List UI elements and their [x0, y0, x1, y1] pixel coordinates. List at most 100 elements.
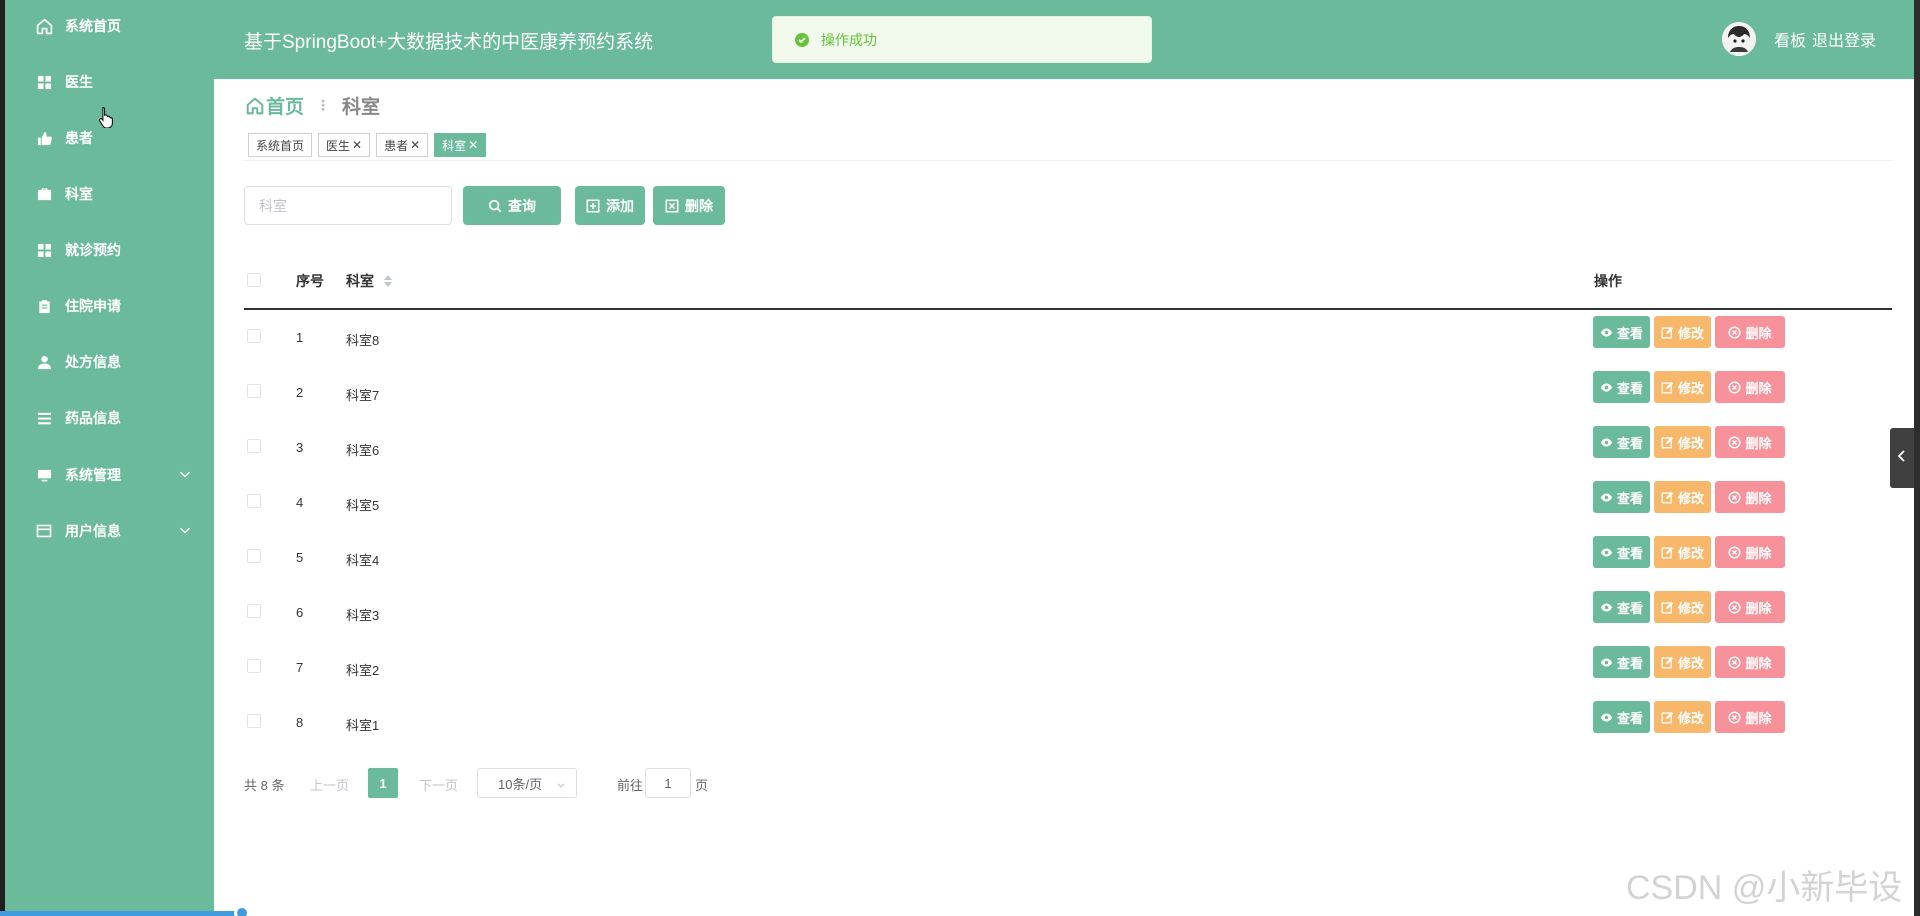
view-button-label: 查看 [1616, 490, 1643, 506]
breadcrumb-current: 科室 [342, 97, 381, 118]
cell-index: 5 [296, 550, 304, 565]
user-icon [35, 353, 53, 371]
sidebar-item-label: 科室 [65, 186, 93, 202]
delete-button[interactable]: 删除 [1715, 426, 1785, 458]
batch-delete-button[interactable]: 删除 [653, 186, 725, 225]
cell-index: 7 [296, 660, 304, 675]
collapse-panel-button[interactable] [1890, 428, 1914, 488]
sidebar-item-medicine[interactable]: 药品信息 [5, 398, 214, 438]
delete-button-label: 删除 [1745, 325, 1772, 341]
sort-icon[interactable] [383, 274, 392, 290]
breadcrumb: 首页 ⋮ 科室 [246, 92, 380, 119]
search-button[interactable]: 查询 [463, 186, 561, 225]
avatar[interactable] [1721, 22, 1756, 56]
sidebar-item-userinfo[interactable]: 用户信息 [5, 511, 214, 551]
cell-dept: 科室8 [346, 333, 380, 348]
edit-icon [1661, 656, 1674, 669]
edit-button[interactable]: 修改 [1654, 426, 1711, 458]
list-icon [35, 409, 53, 427]
edit-button[interactable]: 修改 [1654, 536, 1711, 568]
edit-icon [1661, 601, 1674, 614]
delete-button[interactable]: 删除 [1715, 591, 1785, 623]
row-checkbox[interactable] [247, 384, 261, 398]
view-button[interactable]: 查看 [1593, 371, 1650, 403]
edit-icon [1661, 546, 1674, 559]
row-checkbox[interactable] [247, 604, 261, 618]
delete-button[interactable]: 删除 [1715, 536, 1785, 568]
view-button-label: 查看 [1616, 655, 1643, 671]
table-row: 6 科室3 查看 修改 删除 [244, 585, 1892, 640]
scroll-handle[interactable] [234, 905, 250, 916]
view-button[interactable]: 查看 [1593, 591, 1650, 623]
tag-doctor[interactable]: 医生 ✕ [318, 133, 371, 157]
sidebar-item-department[interactable]: 科室 [5, 174, 214, 214]
sidebar-item-system[interactable]: 系统管理 [5, 455, 214, 495]
eye-icon [1600, 326, 1613, 339]
row-checkbox[interactable] [247, 329, 261, 343]
table-row: 1 科室8 查看 修改 删除 [244, 310, 1892, 365]
close-icon[interactable]: ✕ [468, 138, 478, 152]
delete-button[interactable]: 删除 [1715, 646, 1785, 678]
table-row: 4 科室5 查看 修改 删除 [244, 475, 1892, 530]
sidebar: 系统首页 医生 患者 科室 就诊预约 住院申请 处方信息 药品信息 系统管理 用… [5, 0, 214, 916]
sidebar-item-hospitalization[interactable]: 住院申请 [5, 286, 214, 326]
edit-icon [1661, 711, 1674, 724]
search-button-label: 查询 [508, 197, 536, 214]
row-checkbox[interactable] [247, 659, 261, 673]
tag-home[interactable]: 系统首页 [248, 133, 313, 157]
sidebar-item-label: 住院申请 [65, 298, 121, 314]
edit-icon [1661, 381, 1674, 394]
close-icon[interactable]: ✕ [410, 138, 420, 152]
delete-button[interactable]: 删除 [1715, 316, 1785, 348]
page-size-select[interactable]: 10条/页 [477, 768, 577, 798]
pagination-next-button[interactable]: 下一页 [419, 775, 458, 794]
delete-button[interactable]: 删除 [1715, 701, 1785, 733]
delete-button[interactable]: 删除 [1715, 481, 1785, 513]
pagination-page-1[interactable]: 1 [368, 768, 398, 798]
logout-button[interactable]: 退出登录 [1812, 27, 1876, 51]
row-checkbox[interactable] [247, 549, 261, 563]
sidebar-item-home[interactable]: 系统首页 [5, 6, 214, 46]
view-button[interactable]: 查看 [1593, 426, 1650, 458]
tag-department[interactable]: 科室 ✕ [434, 133, 487, 157]
pagination-goto-input[interactable] [645, 768, 691, 798]
edit-button[interactable]: 修改 [1654, 701, 1711, 733]
row-checkbox[interactable] [247, 439, 261, 453]
sidebar-item-prescription[interactable]: 处方信息 [5, 342, 214, 382]
edit-button[interactable]: 修改 [1654, 646, 1711, 678]
sidebar-item-label: 系统管理 [65, 467, 121, 483]
tags-view: 系统首页 医生 ✕ 患者 ✕ 科室 ✕ [248, 133, 492, 157]
delete-button[interactable]: 删除 [1715, 371, 1785, 403]
row-checkbox[interactable] [247, 714, 261, 728]
cell-dept: 科室5 [346, 498, 380, 513]
view-button[interactable]: 查看 [1593, 316, 1650, 348]
sidebar-item-doctor[interactable]: 医生 [5, 62, 214, 102]
row-checkbox[interactable] [247, 494, 261, 508]
view-button[interactable]: 查看 [1593, 481, 1650, 513]
select-all-checkbox[interactable] [247, 273, 261, 287]
edit-button[interactable]: 修改 [1654, 481, 1711, 513]
clipboard-icon [35, 297, 53, 315]
monitor-icon [35, 466, 53, 484]
close-icon[interactable]: ✕ [352, 138, 362, 152]
tag-patient[interactable]: 患者 ✕ [376, 133, 429, 157]
edit-button-label: 修改 [1677, 655, 1704, 671]
column-header-dept[interactable]: 科室 [346, 271, 392, 291]
table-row: 8 科室1 查看 修改 删除 [244, 695, 1892, 750]
close-circle-icon [1728, 710, 1741, 724]
view-button[interactable]: 查看 [1593, 701, 1650, 733]
plus-square-icon [586, 199, 600, 213]
breadcrumb-home[interactable]: 首页 [246, 92, 304, 119]
sidebar-item-appointment[interactable]: 就诊预约 [5, 230, 214, 270]
edit-button[interactable]: 修改 [1654, 316, 1711, 348]
user-name[interactable]: 看板 [1774, 27, 1806, 51]
edit-button[interactable]: 修改 [1654, 591, 1711, 623]
pagination-prev-button[interactable]: 上一页 [310, 775, 349, 794]
search-input[interactable] [244, 186, 452, 225]
add-button[interactable]: 添加 [575, 186, 645, 225]
edit-button[interactable]: 修改 [1654, 371, 1711, 403]
view-button[interactable]: 查看 [1593, 646, 1650, 678]
cell-dept: 科室2 [346, 663, 380, 678]
view-button[interactable]: 查看 [1593, 536, 1650, 568]
view-button-label: 查看 [1616, 710, 1643, 726]
